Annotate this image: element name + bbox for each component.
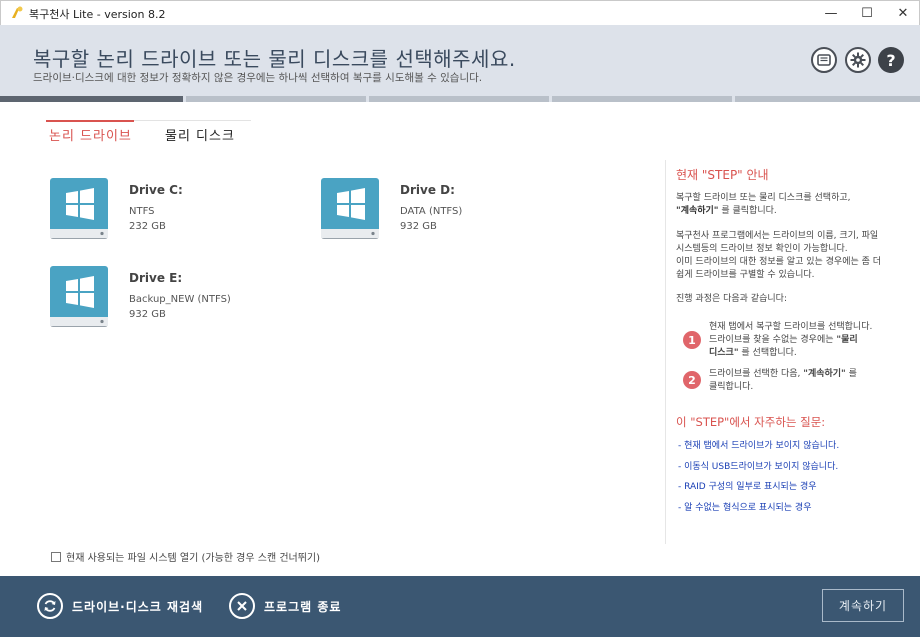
- footer-bar: 드라이브·디스크 재검색 프로그램 종료 계속하기: [0, 576, 920, 637]
- drive-info-button[interactable]: [811, 47, 837, 73]
- drive-filesystem: Backup_NEW (NTFS): [129, 294, 231, 305]
- close-icon: [229, 593, 255, 619]
- open-filesystem-checkbox[interactable]: [51, 551, 61, 562]
- drive-item-e[interactable]: Drive E: Backup_NEW (NTFS) 932 GB: [49, 265, 269, 335]
- guide-paragraph-1: 복구할 드라이브 또는 물리 디스크를 선택하고, "계속하기" 를 클릭합니다…: [676, 193, 851, 216]
- maximize-button[interactable]: ☐: [849, 1, 885, 26]
- drive-name: Drive C:: [129, 183, 183, 197]
- step-2-text: 드라이브를 선택한 다음, "계속하기" 를 클릭합니다.: [709, 369, 857, 392]
- help-button[interactable]: ?: [878, 47, 904, 73]
- rescan-button[interactable]: 드라이브·디스크 재검색: [37, 593, 203, 619]
- open-filesystem-option[interactable]: 현재 사용되는 파일 시스템 열기 (가능한 경우 스캔 건너뛰기): [51, 549, 320, 564]
- tab-physical-disk[interactable]: 물리 디스크: [165, 125, 235, 144]
- step-progress-active: [0, 96, 183, 102]
- faq-link[interactable]: - RAID 구성의 일부로 표시되는 경우: [678, 479, 817, 492]
- rescan-label: 드라이브·디스크 재검색: [72, 599, 204, 614]
- step-number-2: 2: [683, 371, 701, 389]
- tab-logical-drive[interactable]: 논리 드라이브: [49, 125, 132, 144]
- drive-item-c[interactable]: Drive C: NTFS 232 GB: [49, 177, 269, 247]
- guide-paragraph-3: 진행 과정은 다음과 같습니다:: [676, 294, 787, 304]
- exit-button[interactable]: 프로그램 종료: [229, 593, 341, 619]
- drive-filesystem: DATA (NTFS): [400, 206, 463, 217]
- faq-link[interactable]: - 알 수없는 형식으로 표시되는 경우: [678, 500, 811, 513]
- title-bar: 복구천사 Lite - version 8.2 — ☐ ✕: [0, 0, 920, 25]
- drive-size: 932 GB: [400, 221, 437, 232]
- faq-link[interactable]: - 현재 탭에서 드라이브가 보이지 않습니다.: [678, 438, 839, 451]
- minimize-button[interactable]: —: [813, 1, 849, 26]
- drive-name: Drive D:: [400, 183, 455, 197]
- window-title: 복구천사 Lite - version 8.2: [29, 8, 166, 21]
- drive-filesystem: NTFS: [129, 206, 155, 217]
- step-guide-panel: 현재 "STEP" 안내 복구할 드라이브 또는 물리 디스크를 선택하고, "…: [665, 160, 905, 544]
- windows-drive-icon: [321, 178, 379, 239]
- drive-name: Drive E:: [129, 271, 183, 285]
- page-title: 복구할 논리 드라이브 또는 물리 디스크를 선택해주세요.: [33, 47, 516, 71]
- step-progress-bar: [0, 96, 920, 102]
- guide-title: 현재 "STEP" 안내: [676, 168, 769, 182]
- settings-button[interactable]: [845, 47, 871, 73]
- drive-item-d[interactable]: Drive D: DATA (NTFS) 932 GB: [320, 177, 540, 247]
- windows-drive-icon: [50, 178, 108, 239]
- step-number-1: 1: [683, 331, 701, 349]
- drive-info-icon: [817, 54, 831, 66]
- drive-size: 932 GB: [129, 309, 166, 320]
- faq-link[interactable]: - 이동식 USB드라이브가 보이지 않습니다.: [678, 459, 838, 472]
- step-1-text: 현재 탭에서 복구할 드라이브를 선택합니다. 드라이브를 찾을 수없는 경우에…: [709, 322, 873, 358]
- continue-button[interactable]: 계속하기: [822, 589, 904, 622]
- page-subtitle: 드라이브·디스크에 대한 정보가 정확하지 않은 경우에는 하나씩 선택하여 복…: [33, 72, 483, 84]
- gear-icon: [850, 52, 866, 68]
- open-filesystem-label: 현재 사용되는 파일 시스템 열기 (가능한 경우 스캔 건너뛰기): [66, 553, 321, 564]
- active-tab-indicator: [46, 120, 134, 122]
- help-icon: ?: [886, 50, 896, 70]
- windows-drive-icon: [50, 266, 108, 327]
- faq-title: 이 "STEP"에서 자주하는 질문:: [676, 415, 826, 429]
- exit-label: 프로그램 종료: [264, 599, 342, 614]
- close-button[interactable]: ✕: [885, 1, 920, 26]
- drive-size: 232 GB: [129, 221, 166, 232]
- guide-paragraph-2: 복구천사 프로그램에서는 드라이브의 이름, 크기, 파일 시스템등의 드라이브…: [676, 231, 882, 280]
- app-logo-icon: [12, 6, 23, 18]
- header: 복구할 논리 드라이브 또는 물리 디스크를 선택해주세요. 드라이브·디스크에…: [0, 25, 920, 96]
- refresh-icon: [37, 593, 63, 619]
